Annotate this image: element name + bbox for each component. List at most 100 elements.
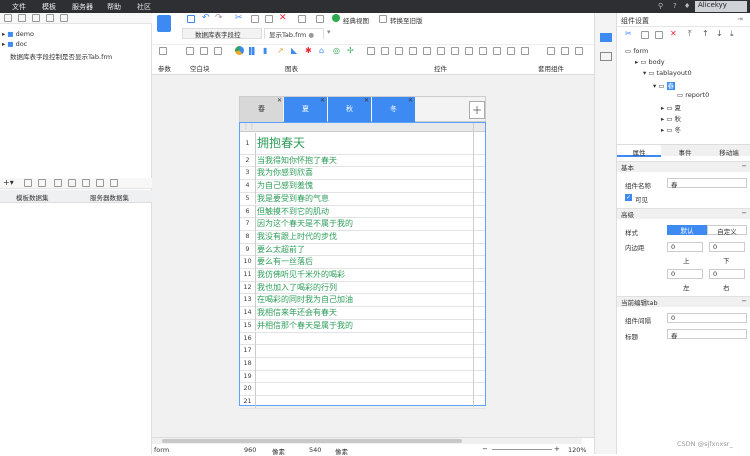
- section-advanced[interactable]: 高级 −: [617, 208, 750, 219]
- menu-community[interactable]: 社区: [137, 2, 151, 12]
- component-name-input[interactable]: 春: [667, 178, 747, 189]
- tree-form[interactable]: ▭ form: [625, 47, 648, 55]
- section-current-tab[interactable]: 当前编辑tab −: [617, 296, 750, 307]
- column-chart-icon[interactable]: ▮: [263, 46, 267, 55]
- row-number[interactable]: 5: [240, 191, 256, 205]
- row-number[interactable]: 4: [240, 179, 256, 192]
- menu-template[interactable]: 模板: [42, 2, 56, 12]
- grid-cell-text[interactable]: 在喝彩的同时我为自己加油: [257, 294, 353, 305]
- style-custom-button[interactable]: 自定义: [707, 225, 747, 236]
- search-dataset-icon[interactable]: [110, 179, 118, 187]
- column-header[interactable]: ⋮⋮: [240, 123, 485, 132]
- radio-widget-icon[interactable]: [451, 47, 459, 55]
- param-pane-icon[interactable]: [159, 47, 167, 55]
- convert-button[interactable]: 转换至旧版: [390, 15, 423, 25]
- blank-block-icon[interactable]: [186, 47, 194, 55]
- list-widget-icon[interactable]: [479, 47, 487, 55]
- bar-chart-icon[interactable]: [249, 47, 257, 55]
- grid-cell-text[interactable]: 我为你感到欣喜: [257, 167, 313, 178]
- line-chart-icon[interactable]: ↗: [277, 46, 284, 55]
- row-number[interactable]: 1: [240, 133, 256, 154]
- section-basic[interactable]: 基本 −: [617, 161, 750, 172]
- remove-icon[interactable]: [38, 179, 46, 187]
- refresh-icon[interactable]: [4, 14, 12, 22]
- tab-event[interactable]: 事件: [665, 147, 705, 157]
- menu-file[interactable]: 文件: [12, 2, 26, 12]
- gap-input[interactable]: 0: [667, 313, 747, 323]
- row-number[interactable]: 3: [240, 166, 256, 180]
- tree-body[interactable]: ▸ ▭ body: [635, 58, 665, 66]
- convert-icon[interactable]: [379, 15, 387, 23]
- row-number[interactable]: 9: [240, 242, 256, 256]
- import-icon[interactable]: [32, 14, 40, 22]
- grid-cell-text[interactable]: 我没有跟上时代的步伐: [257, 231, 337, 242]
- file-widget-icon[interactable]: [521, 47, 529, 55]
- user-name[interactable]: Alicekyy: [695, 1, 747, 12]
- grid-cell-text[interactable]: 我相信来年还会有春天: [257, 307, 337, 318]
- close-icon[interactable]: ✕: [320, 97, 325, 104]
- new-folder-icon[interactable]: [18, 14, 26, 22]
- row-number[interactable]: 18: [240, 356, 256, 370]
- password-widget-icon[interactable]: [507, 47, 515, 55]
- delete-icon[interactable]: [60, 14, 68, 22]
- tree-report[interactable]: ▭ report0: [677, 91, 709, 99]
- row-number[interactable]: 14: [240, 306, 256, 319]
- table-icon[interactable]: [96, 179, 104, 187]
- move-down-icon[interactable]: ↓: [716, 29, 723, 38]
- grid-cell-text[interactable]: 拥抱春天: [257, 134, 305, 151]
- row-number[interactable]: 16: [240, 331, 256, 345]
- copy-icon[interactable]: [68, 179, 76, 187]
- tree-tab-spring[interactable]: ▾ ▭ 春: [653, 80, 676, 90]
- check-icon[interactable]: [332, 14, 340, 22]
- grid-cell-text[interactable]: 我是要受到春的气息: [257, 193, 329, 204]
- row-number[interactable]: 13: [240, 293, 256, 307]
- grid-corner-icon[interactable]: ⋮⋮: [243, 123, 255, 130]
- help-icon[interactable]: ?: [673, 2, 677, 10]
- doc-tab-db[interactable]: 数据库表字段控: [182, 28, 262, 39]
- tree-widget-icon[interactable]: [465, 47, 473, 55]
- redo-icon[interactable]: ↷: [215, 13, 223, 23]
- width-value[interactable]: 960: [244, 446, 256, 454]
- search-icon[interactable]: ⚲: [658, 2, 663, 10]
- edit-icon[interactable]: [24, 179, 32, 187]
- tree-item-demo[interactable]: ▸ ■ demo: [2, 30, 34, 38]
- close-icon[interactable]: ✕: [364, 97, 369, 104]
- checkbox-widget-icon[interactable]: [437, 47, 445, 55]
- copy-component-icon[interactable]: [641, 31, 649, 39]
- classic-view-button[interactable]: 经典视图: [343, 15, 369, 25]
- padding-top-input[interactable]: 0: [667, 242, 703, 252]
- row-number[interactable]: 12: [240, 280, 256, 294]
- layout-icon[interactable]: [200, 47, 208, 55]
- close-icon[interactable]: ✕: [408, 97, 413, 104]
- number-widget-icon[interactable]: [395, 47, 403, 55]
- row-number[interactable]: 6: [240, 204, 256, 218]
- combo-widget-icon[interactable]: [409, 47, 417, 55]
- menu-help[interactable]: 帮助: [107, 2, 121, 12]
- row-number[interactable]: 20: [240, 382, 256, 395]
- paste-icon[interactable]: [265, 15, 273, 23]
- row-number[interactable]: 15: [240, 318, 256, 332]
- collapse-icon[interactable]: ⇥: [737, 15, 743, 23]
- delete-component-icon[interactable]: ✕: [670, 29, 677, 38]
- padding-right-input[interactable]: 0: [709, 269, 745, 279]
- tab-template-dataset[interactable]: 模板数据集: [16, 192, 49, 202]
- share-component-icon[interactable]: [575, 47, 583, 55]
- row-number[interactable]: 7: [240, 217, 256, 230]
- add-icon[interactable]: +▾: [3, 178, 14, 187]
- label-widget-icon[interactable]: [493, 47, 501, 55]
- visible-checkbox[interactable]: ✓: [625, 194, 632, 201]
- height-value[interactable]: 540: [309, 446, 321, 454]
- row-number[interactable]: 17: [240, 344, 256, 357]
- button-widget-icon[interactable]: [367, 47, 375, 55]
- apply-component-icon[interactable]: [547, 47, 555, 55]
- style-default-button[interactable]: 默认: [667, 225, 707, 235]
- bell-icon[interactable]: ♦: [684, 2, 690, 10]
- grid-cell-text[interactable]: 当我得知你怀抱了春天: [257, 155, 337, 166]
- undo-icon[interactable]: ↶: [202, 13, 210, 23]
- row-number[interactable]: 10: [240, 255, 256, 268]
- zoom-slider[interactable]: [492, 449, 552, 450]
- row-number[interactable]: 8: [240, 229, 256, 243]
- grid-cell-text[interactable]: 但触摸不到它的肌动: [257, 206, 329, 217]
- row-number[interactable]: 21: [240, 395, 256, 408]
- doc-tab-active[interactable]: 显示Tab.frm ●: [264, 28, 324, 39]
